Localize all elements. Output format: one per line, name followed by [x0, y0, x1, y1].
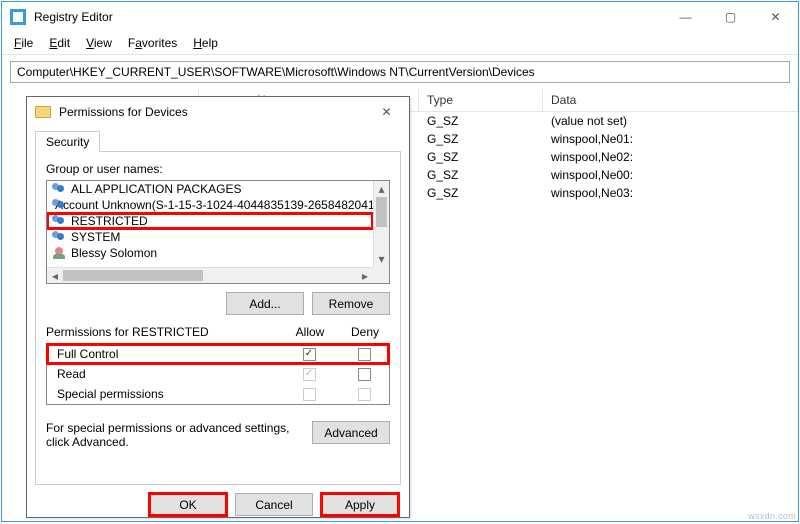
user-name: Blessy Solomon — [71, 246, 157, 260]
folder-icon — [35, 106, 51, 118]
permission-row: Special permissions — [47, 384, 389, 404]
cell-type: G_SZ — [419, 113, 543, 129]
deny-header: Deny — [340, 325, 390, 339]
cell-data: winspool,Ne02: — [543, 149, 798, 165]
menu-help[interactable]: Help — [187, 34, 224, 52]
dialog-close-button[interactable]: ✕ — [364, 97, 409, 127]
user-name: SYSTEM — [71, 230, 120, 244]
tab-security[interactable]: Security — [35, 131, 100, 152]
permission-name: Full Control — [47, 347, 279, 361]
permission-row: Read — [47, 364, 389, 384]
deny-checkbox[interactable] — [358, 348, 371, 361]
group-icon — [51, 230, 67, 244]
minimize-button[interactable]: — — [663, 2, 708, 32]
menu-file[interactable]: File — [8, 34, 39, 52]
users-listbox[interactable]: ALL APPLICATION PACKAGES Account Unknown(… — [46, 180, 390, 284]
cell-data: winspool,Ne01: — [543, 131, 798, 147]
cell-type: G_SZ — [419, 185, 543, 201]
cell-data: winspool,Ne00: — [543, 167, 798, 183]
user-icon — [51, 246, 67, 260]
cell-data: (value not set) — [543, 113, 798, 129]
add-button[interactable]: Add... — [226, 292, 304, 315]
watermark: wsxdn.com — [748, 511, 796, 521]
permissions-header: Permissions for RESTRICTED Allow Deny — [46, 325, 390, 339]
close-button[interactable]: ✕ — [753, 2, 798, 32]
main-titlebar: Registry Editor — ▢ ✕ — [2, 2, 798, 32]
user-name: RESTRICTED — [71, 214, 148, 228]
dialog-titlebar: Permissions for Devices ✕ — [27, 97, 409, 127]
vertical-scrollbar[interactable]: ▴ ▾ — [373, 181, 389, 267]
allow-checkbox[interactable] — [303, 348, 316, 361]
scroll-up-icon[interactable]: ▴ — [374, 181, 389, 197]
maximize-button[interactable]: ▢ — [708, 2, 753, 32]
advanced-row: For special permissions or advanced sett… — [46, 421, 390, 449]
cell-type: G_SZ — [419, 149, 543, 165]
cell-type: G_SZ — [419, 131, 543, 147]
group-icon — [51, 214, 67, 228]
cell-data: winspool,Ne03: — [543, 185, 798, 201]
user-item[interactable]: Account Unknown(S-1-15-3-1024-4044835139… — [47, 197, 373, 213]
col-type[interactable]: Type — [419, 89, 543, 111]
user-name: Account Unknown(S-1-15-3-1024-4044835139… — [55, 198, 373, 212]
scroll-thumb[interactable] — [63, 270, 203, 281]
dialog-tabs: Security Group or user names: ALL APPLIC… — [35, 131, 401, 485]
menubar: File Edit View Favorites Help — [2, 32, 798, 55]
group-label: Group or user names: — [46, 162, 390, 176]
scroll-right-icon[interactable]: ▸ — [357, 268, 373, 283]
col-data[interactable]: Data — [543, 89, 798, 111]
security-panel: Group or user names: ALL APPLICATION PAC… — [35, 151, 401, 485]
permissions-for-label: Permissions for RESTRICTED — [46, 325, 280, 339]
menu-edit[interactable]: Edit — [43, 34, 76, 52]
deny-checkbox[interactable] — [358, 368, 371, 381]
advanced-button[interactable]: Advanced — [312, 421, 390, 444]
apply-button[interactable]: Apply — [321, 493, 399, 516]
scroll-down-icon[interactable]: ▾ — [374, 251, 389, 267]
advanced-text: For special permissions or advanced sett… — [46, 421, 302, 449]
cell-type: G_SZ — [419, 167, 543, 183]
remove-button[interactable]: Remove — [312, 292, 390, 315]
permission-name: Read — [47, 367, 279, 381]
regedit-icon — [10, 9, 26, 25]
group-icon — [51, 182, 67, 196]
menu-view[interactable]: View — [80, 34, 118, 52]
user-item[interactable]: ALL APPLICATION PACKAGES — [47, 181, 373, 197]
user-item[interactable]: SYSTEM — [47, 229, 373, 245]
cancel-button[interactable]: Cancel — [235, 493, 313, 516]
user-name: ALL APPLICATION PACKAGES — [71, 182, 242, 196]
ok-button[interactable]: OK — [149, 493, 227, 516]
user-item[interactable]: RESTRICTED — [47, 213, 373, 229]
scroll-left-icon[interactable]: ◂ — [47, 268, 63, 283]
permissions-dialog: Permissions for Devices ✕ Security Group… — [26, 96, 410, 518]
user-buttons: Add... Remove — [46, 292, 390, 315]
allow-checkbox[interactable] — [303, 368, 316, 381]
scroll-thumb[interactable] — [376, 197, 387, 227]
menu-favorites[interactable]: Favorites — [122, 34, 183, 52]
allow-header: Allow — [280, 325, 340, 339]
allow-checkbox[interactable] — [303, 388, 316, 401]
deny-checkbox[interactable] — [358, 388, 371, 401]
address-bar[interactable]: Computer\HKEY_CURRENT_USER\SOFTWARE\Micr… — [10, 61, 790, 83]
dialog-buttons: OK Cancel Apply — [27, 485, 409, 524]
scroll-corner — [373, 267, 389, 283]
permission-name: Special permissions — [47, 387, 279, 401]
horizontal-scrollbar[interactable]: ◂ ▸ — [47, 267, 373, 283]
permission-row: Full Control — [47, 344, 389, 364]
main-title: Registry Editor — [34, 10, 663, 24]
dialog-title: Permissions for Devices — [59, 105, 364, 119]
user-item[interactable]: Blessy Solomon — [47, 245, 373, 261]
permissions-table: Full Control Read Special permissions — [46, 343, 390, 405]
